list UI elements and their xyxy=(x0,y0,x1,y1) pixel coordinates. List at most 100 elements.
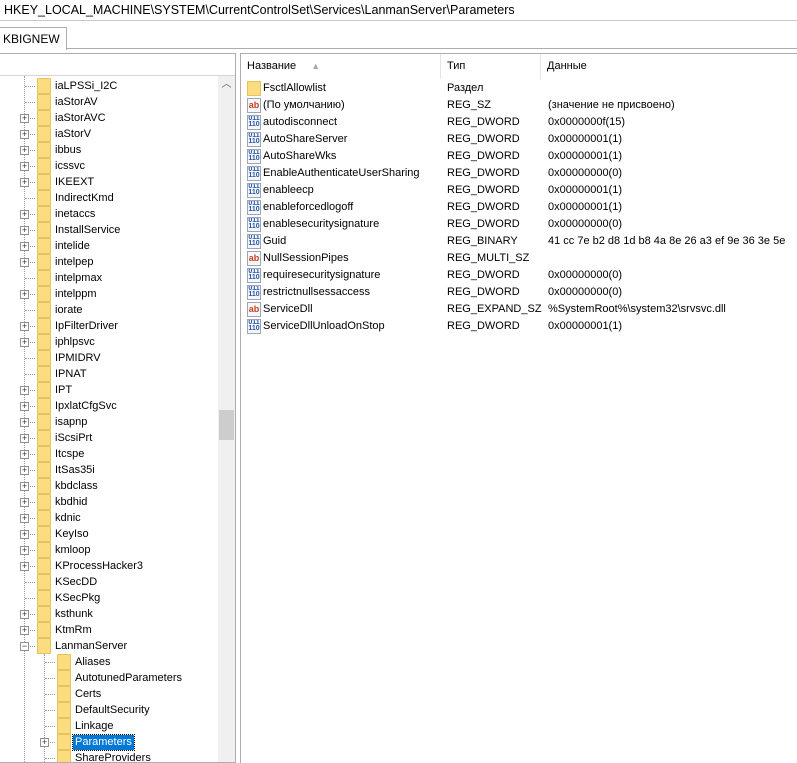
tree-item[interactable]: + Itcspe xyxy=(0,446,218,462)
expand-icon[interactable]: + xyxy=(20,242,29,251)
value-row[interactable]: FsctlAllowlist Раздел xyxy=(241,80,797,97)
expand-icon[interactable]: + xyxy=(20,338,29,347)
value-type: REG_EXPAND_SZ xyxy=(447,303,542,315)
tree-item[interactable]: + KeyIso xyxy=(0,526,218,542)
tree-item[interactable]: + iScsiPrt xyxy=(0,430,218,446)
tree-item[interactable]: + IpxlatCfgSvc xyxy=(0,398,218,414)
expand-icon[interactable]: + xyxy=(20,546,29,555)
expand-icon[interactable]: + xyxy=(20,210,29,219)
tree-item[interactable]: IndirectKmd xyxy=(0,190,218,206)
expand-icon[interactable]: + xyxy=(20,114,29,123)
expand-icon[interactable]: + xyxy=(20,162,29,171)
tree-item[interactable]: iaLPSSi_I2C xyxy=(0,78,218,94)
tree-item[interactable]: + InstallService xyxy=(0,222,218,238)
tree-item[interactable]: + isapnp xyxy=(0,414,218,430)
tree-item[interactable]: + icssvc xyxy=(0,158,218,174)
tab-kbignew[interactable]: KBIGNEW xyxy=(0,27,67,50)
expand-icon[interactable]: + xyxy=(20,626,29,635)
tree-item[interactable]: + Parameters xyxy=(0,734,218,751)
tree-item[interactable]: KSecDD xyxy=(0,574,218,590)
tree-item[interactable]: iorate xyxy=(0,302,218,318)
tree-item[interactable]: iaStorAV xyxy=(0,94,218,110)
value-row[interactable]: 011 110 AutoShareWks REG_DWORD 0x00000001(1) xyxy=(241,148,797,165)
expand-icon[interactable]: + xyxy=(20,530,29,539)
address-bar[interactable]: HKEY_LOCAL_MACHINE\SYSTEM\CurrentControl… xyxy=(0,0,797,21)
value-row[interactable]: ab ServiceDll REG_EXPAND_SZ %SystemRoot%\sy… xyxy=(241,301,797,318)
expand-icon[interactable]: + xyxy=(20,258,29,267)
expand-icon[interactable]: + xyxy=(20,610,29,619)
value-row[interactable]: 011 110 requiresecuritysignature REG_DWORD 0… xyxy=(241,267,797,284)
column-header-name[interactable]: Название ▲ xyxy=(241,54,441,79)
expand-icon[interactable]: + xyxy=(20,178,29,187)
tree-item[interactable]: + KProcessHacker3 xyxy=(0,558,218,574)
tree-item[interactable]: + kbdclass xyxy=(0,478,218,494)
tree-item[interactable]: intelpmax xyxy=(0,270,218,286)
expand-icon[interactable]: + xyxy=(20,146,29,155)
expand-icon[interactable]: + xyxy=(40,738,49,747)
column-header-type[interactable]: Тип xyxy=(441,54,541,79)
scroll-up-icon[interactable]: ︿ xyxy=(218,76,235,93)
expand-icon[interactable]: + xyxy=(20,130,29,139)
tree-item-label: IpxlatCfgSvc xyxy=(55,400,117,412)
tree-item[interactable]: + inetaccs xyxy=(0,206,218,222)
expand-icon[interactable]: + xyxy=(20,514,29,523)
folder-icon xyxy=(57,686,71,702)
expand-icon[interactable]: + xyxy=(20,498,29,507)
expand-icon[interactable]: + xyxy=(20,466,29,475)
value-row[interactable]: ab NullSessionPipes REG_MULTI_SZ xyxy=(241,250,797,267)
tree-item[interactable]: + KtmRm xyxy=(0,622,218,638)
tree-item[interactable]: KSecPkg xyxy=(0,590,218,606)
tree-item[interactable]: AutotunedParameters xyxy=(0,670,218,686)
tree-item[interactable]: + iphlpsvc xyxy=(0,334,218,350)
tree-item[interactable]: Certs xyxy=(0,686,218,702)
expand-icon[interactable]: + xyxy=(20,386,29,395)
expand-icon[interactable]: + xyxy=(20,562,29,571)
value-name: Guid xyxy=(263,235,287,247)
tree-item[interactable]: IPMIDRV xyxy=(0,350,218,366)
value-row[interactable]: ab (По умолчанию) REG_SZ (значение не присв… xyxy=(241,97,797,114)
tree-item[interactable]: + IpFilterDriver xyxy=(0,318,218,334)
tree-item[interactable]: + intelpep xyxy=(0,254,218,270)
value-row[interactable]: 011 110 enableforcedlogoff REG_DWORD 0x00000… xyxy=(241,199,797,216)
expand-icon[interactable]: + xyxy=(20,402,29,411)
value-row[interactable]: 011 110 enablesecuritysignature REG_DWORD 0x… xyxy=(241,216,797,233)
tree-item[interactable]: DefaultSecurity xyxy=(0,702,218,718)
tree-item[interactable]: + iaStorAVC xyxy=(0,110,218,126)
tree-item[interactable]: + ibbus xyxy=(0,142,218,158)
tree-item[interactable]: + IPT xyxy=(0,382,218,398)
tree-item[interactable]: Linkage xyxy=(0,718,218,734)
tree-item[interactable]: + kdnic xyxy=(0,510,218,526)
tree-item[interactable]: + ksthunk xyxy=(0,606,218,622)
expand-icon[interactable]: + xyxy=(20,482,29,491)
expand-icon[interactable]: + xyxy=(20,226,29,235)
expand-icon[interactable]: + xyxy=(20,322,29,331)
tree-item[interactable]: ShareProviders xyxy=(0,750,218,762)
tree-item[interactable]: − LanmanServer xyxy=(0,638,218,654)
tree-item[interactable]: + intelide xyxy=(0,238,218,254)
scroll-thumb[interactable] xyxy=(219,410,234,440)
tree-item[interactable]: + kbdhid xyxy=(0,494,218,510)
tree-item[interactable]: Aliases xyxy=(0,654,218,670)
value-row[interactable]: 011 110 EnableAuthenticateUserSharing REG_D… xyxy=(241,165,797,182)
value-row[interactable]: 011 110 ServiceDllUnloadOnStop REG_DWORD 0x0… xyxy=(241,318,797,335)
expand-icon[interactable]: + xyxy=(20,450,29,459)
column-header-data[interactable]: Данные xyxy=(541,54,797,79)
tree-item[interactable]: IPNAT xyxy=(0,366,218,382)
tree-item[interactable]: + IKEEXT xyxy=(0,174,218,190)
expand-icon[interactable]: + xyxy=(20,418,29,427)
value-row[interactable]: 011 110 AutoShareServer REG_DWORD 0x00000001… xyxy=(241,131,797,148)
tree-item[interactable]: + iaStorV xyxy=(0,126,218,142)
expand-icon[interactable]: + xyxy=(20,434,29,443)
tree-item[interactable]: + kmloop xyxy=(0,542,218,558)
tree-scrollbar[interactable]: ︿ xyxy=(218,76,235,762)
value-row[interactable]: 011 110 autodisconnect REG_DWORD 0x0000000f(… xyxy=(241,114,797,131)
value-row[interactable]: 011 110 Guid REG_BINARY 41 cc 7e b2 d8 1d b8… xyxy=(241,233,797,250)
expand-icon[interactable]: + xyxy=(20,290,29,299)
value-row[interactable]: 011 110 enableecp REG_DWORD 0x00000001(1) xyxy=(241,182,797,199)
collapse-icon[interactable]: − xyxy=(20,642,29,651)
value-row[interactable]: 011 110 restrictnullsessaccess REG_DWORD 0x0… xyxy=(241,284,797,301)
tree-item[interactable]: + intelppm xyxy=(0,286,218,302)
tree-item[interactable]: + ItSas35i xyxy=(0,462,218,478)
value-name: enableecp xyxy=(263,184,314,196)
folder-icon xyxy=(37,286,51,302)
